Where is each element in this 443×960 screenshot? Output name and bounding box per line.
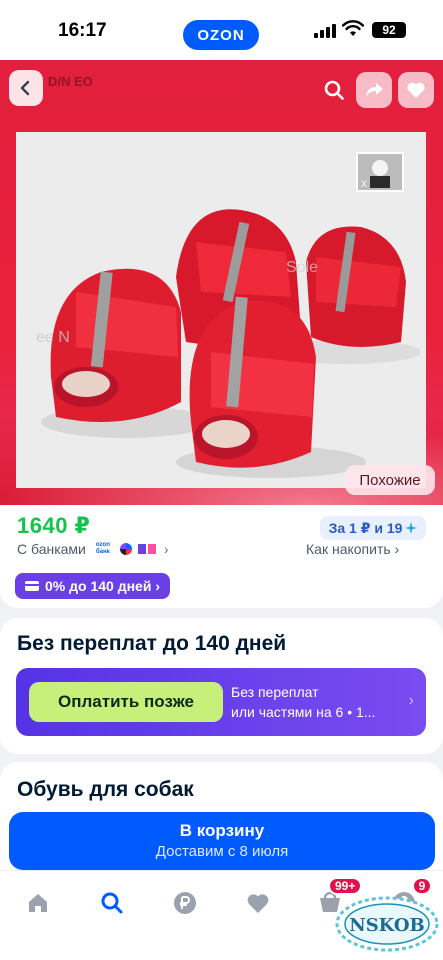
bank-logos-icon	[137, 544, 156, 554]
back-button[interactable]	[9, 70, 43, 106]
tab-home[interactable]	[20, 885, 56, 921]
tab-favorites[interactable]	[240, 885, 276, 921]
sbp-logo-icon	[119, 543, 132, 555]
installment-badge[interactable]: 0% до 140 дней ›	[15, 573, 170, 599]
thumbnail-image: Х	[358, 154, 402, 190]
bnpl-line-2: или частями на 6 • 1...	[231, 704, 376, 720]
add-to-cart-button[interactable]: В корзину Доставим с 8 июля	[9, 812, 435, 870]
search-icon	[101, 892, 123, 914]
cellular-signal-icon	[314, 24, 336, 38]
banks-row[interactable]: С банками ozon банк ›	[17, 541, 169, 557]
bnpl-title: Без переплат до 140 дней	[17, 632, 287, 655]
price-section: 1640 ₽ С банками ozon банк › За 1 ₽ и 19…	[0, 505, 443, 608]
add-to-cart-label: В корзину	[179, 821, 265, 840]
home-icon	[29, 894, 47, 912]
tab-catalog[interactable]	[94, 885, 130, 921]
product-gallery[interactable]: ee N Sole D/N EO Х Похожие	[0, 60, 443, 505]
product-title: Обувь для собак	[17, 778, 194, 801]
chevron-right-icon: ›	[163, 541, 169, 557]
delivery-date: Доставим с 8 июля	[155, 843, 289, 860]
svg-text:ee N: ee N	[36, 329, 70, 346]
status-bar: 16:17 OZON 92	[0, 0, 443, 60]
wifi-icon	[342, 20, 364, 36]
points-badge[interactable]: За 1 ₽ и 19	[320, 516, 426, 540]
brand-overlay-text: D/N EO	[48, 74, 93, 89]
tab-finance[interactable]	[167, 885, 203, 921]
points-text: За 1 ₽ и 19	[328, 519, 403, 536]
bnpl-section: Без переплат до 140 дней Оплатить позже …	[0, 618, 443, 754]
svg-text:NSKOB: NSKOB	[349, 915, 425, 936]
cart-count-badge: 99+	[328, 877, 363, 895]
bnpl-line-1: Без переплат	[231, 684, 319, 700]
share-icon	[366, 83, 383, 97]
battery-indicator: 92	[372, 22, 406, 38]
chevron-left-icon	[20, 80, 30, 96]
shoe-back-right	[306, 226, 406, 347]
svg-text:Sole: Sole	[286, 259, 318, 276]
profile-badge: 9	[412, 877, 432, 895]
chevron-right-icon: ›	[408, 692, 414, 709]
ozon-logo: OZON	[183, 20, 259, 50]
svg-text:Х: Х	[361, 179, 367, 189]
seller-thumbnail[interactable]: Х	[356, 152, 404, 192]
search-icon	[324, 80, 344, 100]
heart-icon	[247, 894, 269, 913]
pay-later-button[interactable]: Оплатить позже	[29, 682, 223, 722]
heart-icon	[407, 82, 425, 98]
similar-products-button[interactable]: Похожие	[345, 465, 435, 495]
installment-text: 0% до 140 дней ›	[45, 578, 160, 594]
ruble-icon	[174, 892, 196, 914]
clock: 16:17	[58, 20, 107, 41]
search-button[interactable]	[316, 72, 352, 108]
card-icon	[25, 581, 39, 591]
banks-label: С банками	[17, 541, 86, 557]
bnpl-description: Без переплат или частями на 6 • 1...	[231, 682, 375, 722]
ozon-bank-logo: ozon банк	[95, 542, 110, 555]
price-value: 1640 ₽	[17, 513, 91, 538]
share-button[interactable]	[356, 72, 392, 108]
how-to-save-link[interactable]: Как накопить ›	[306, 541, 399, 557]
favorite-button[interactable]	[398, 72, 434, 108]
sparkle-icon	[405, 522, 418, 534]
bnpl-banner[interactable]: Оплатить позже Без переплат или частями …	[16, 668, 426, 736]
nskob-watermark-logo: NSKOB	[334, 894, 440, 954]
